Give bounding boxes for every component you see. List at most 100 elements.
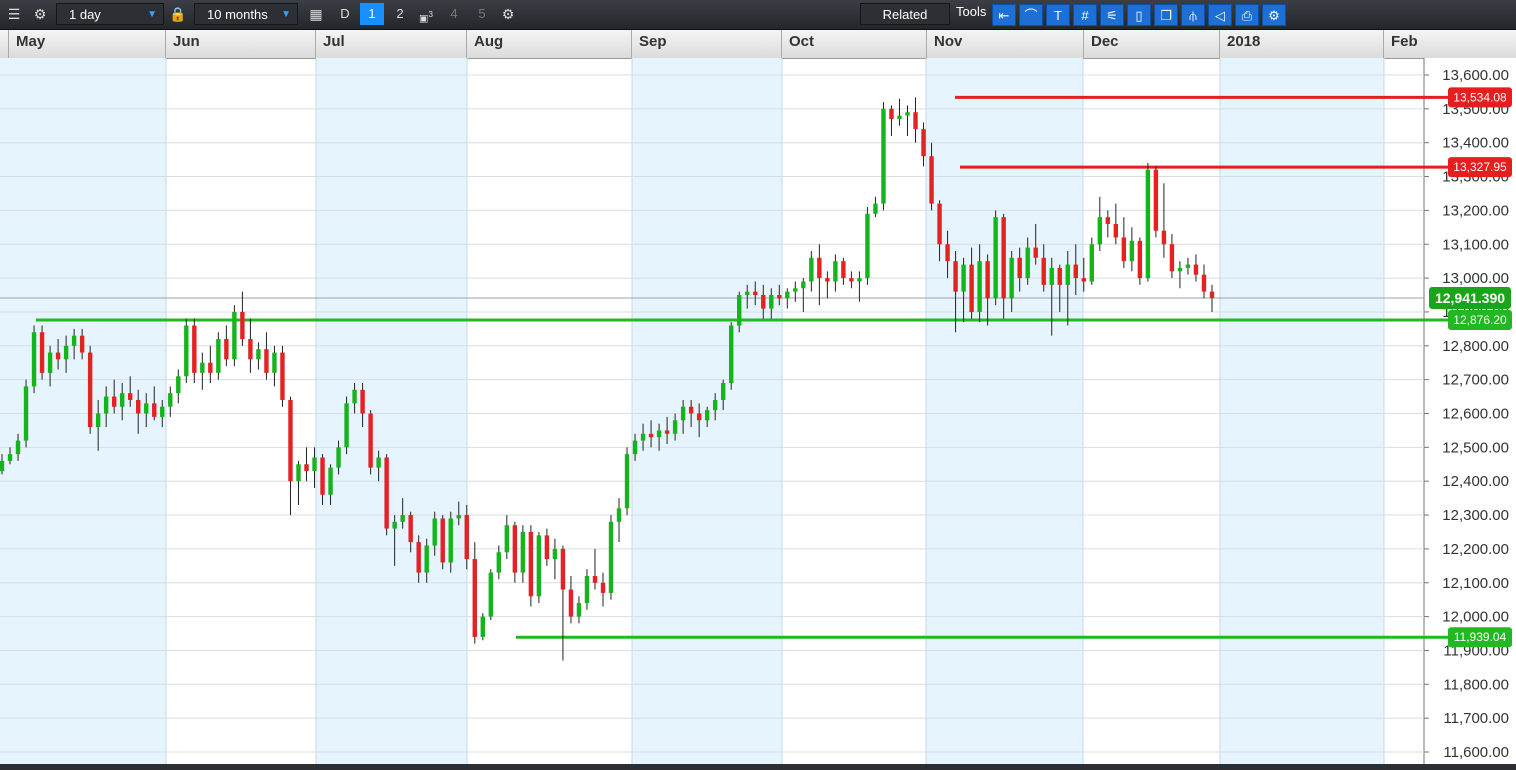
candle-up [336,447,341,468]
candle-down [128,393,133,400]
candle-down [937,203,942,245]
indicator-tool-icon[interactable]: ⫛ [1181,4,1205,26]
month-label: 2018 [1227,33,1261,50]
lock-icon[interactable]: 🔒 [168,3,188,25]
shape-tool-icon[interactable]: ◁ [1208,4,1232,26]
candle-down [1073,264,1078,279]
candle-up [640,433,646,441]
layout-3-button[interactable]: ▣3 [414,3,438,25]
candle-up [504,525,510,553]
interval-select[interactable]: 1 day ▼ [56,3,164,25]
candle-down [985,261,990,299]
candle-up [168,393,173,407]
candle-down [817,257,822,279]
price-tick-label: 13,200.00 [1442,202,1509,219]
candle-up [31,332,37,387]
candle-down [79,335,85,353]
candle-down [1137,240,1143,279]
fib-tool-icon[interactable]: ⚟ [1100,4,1124,26]
candle-up [1097,217,1103,245]
candle-up [272,352,277,373]
candle-down [1105,217,1111,224]
month-tick [631,30,632,58]
month-label: Nov [934,33,963,50]
candle-down [1193,264,1199,275]
candle-up [536,535,542,597]
candle-up [376,457,381,468]
month-tick [466,30,467,58]
candle-up [456,515,461,519]
candle-up [256,349,261,360]
candle-down [841,261,846,279]
candle-down [464,515,469,560]
candle-up [216,339,221,373]
candle-down [1041,257,1046,285]
candlestick-chart[interactable]: 11,600.0011,700.0011,800.0011,900.0012,0… [0,58,1516,764]
candle-down [913,112,918,130]
candle-up [961,264,966,292]
month-tick [1383,30,1384,58]
candle-down [929,156,934,204]
settings-gear-icon[interactable]: ⚙ [30,3,50,25]
month-shade-band [1220,58,1384,764]
bottom-scroll-bar[interactable] [0,764,1516,770]
period-d-button[interactable]: D [333,3,357,25]
candle-down [1033,247,1038,258]
calendar-icon[interactable]: ▦ [306,3,326,25]
candle-up [1129,240,1135,262]
candle-down [849,278,854,282]
candle-up [7,454,13,461]
price-tick-label: 12,000.00 [1442,609,1509,626]
candle-up [873,203,878,214]
chevron-down-icon: ▼ [281,9,291,20]
candle-down [39,332,45,373]
candle-down [1209,291,1215,299]
candle-down [320,457,325,495]
curve-tool-icon[interactable]: ⌒ [1019,4,1043,26]
candle-tool-icon[interactable]: ▯ [1127,4,1151,26]
month-tick [165,30,166,58]
candle-down [87,352,93,428]
candle-up [496,552,502,573]
pointer-tool-icon[interactable]: ⇤ [992,4,1016,26]
candle-up [1049,267,1054,285]
level-price-tag-label: 13,327.95 [1453,160,1507,174]
price-tick-label: 13,000.00 [1442,270,1509,287]
candle-up [432,518,437,546]
layout-2-button[interactable]: 2 [388,3,412,25]
candle-up [857,278,862,282]
candle-up [448,518,453,563]
candle-up [616,508,622,522]
range-select[interactable]: 10 months ▼ [194,3,298,25]
candle-up [1065,264,1070,285]
windows-tool-icon[interactable]: ❐ [1154,4,1178,26]
candle-down [544,535,550,560]
candle-up [200,362,205,373]
grid-tool-icon[interactable]: # [1073,4,1097,26]
tools-label: Tools [956,4,987,19]
candle-down [416,542,421,573]
text-tool-icon[interactable]: T [1046,4,1070,26]
candle-up [793,288,798,292]
candle-up [584,575,590,604]
candle-down [945,244,950,262]
config-tool-icon[interactable]: ⚙ [1262,4,1286,26]
level-price-tag-label: 11,939.04 [1454,630,1507,644]
candle-up [672,420,678,434]
menu-icon[interactable]: ☰ [4,3,24,25]
candle-up [392,521,397,529]
candle-down [248,339,253,360]
candle-down [1153,169,1159,231]
candle-up [352,389,357,404]
layout-5-button[interactable]: 5 [470,3,494,25]
print-icon[interactable]: ⎙ [1235,4,1259,26]
candle-up [552,548,558,560]
related-button[interactable]: Related [860,3,950,25]
layout-1-button[interactable]: 1 [360,3,384,25]
candle-up [1025,247,1030,279]
candle-down [696,413,702,421]
current-price-tag-label: 12,941.390 [1435,290,1505,306]
layout-4-button[interactable]: 4 [442,3,466,25]
layout-settings-gear-icon[interactable]: ⚙ [498,3,518,25]
candle-up [480,616,485,637]
